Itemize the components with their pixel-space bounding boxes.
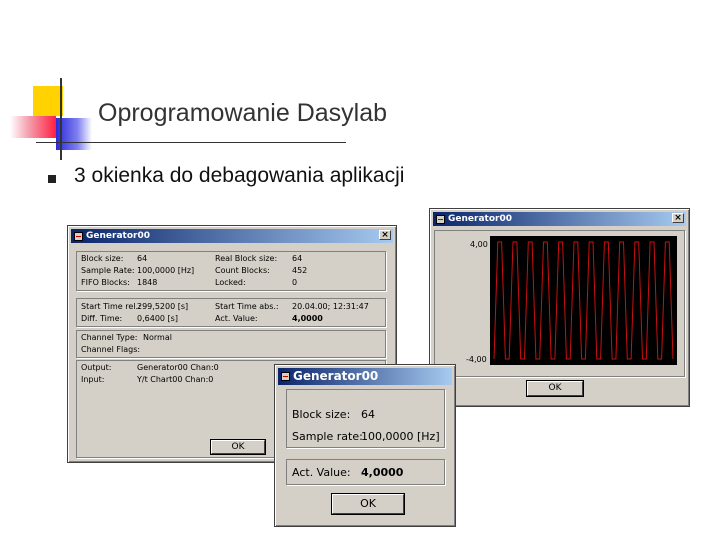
block-size-label: Block size: <box>81 254 124 263</box>
bullet-marker <box>48 175 56 183</box>
input-label: Input: <box>81 375 105 384</box>
decor-horizontal-line <box>36 142 346 143</box>
square-wave-chart <box>490 236 677 365</box>
start-time-rel-label: Start Time rel.: <box>81 302 141 311</box>
diff-time-label: Diff. Time: <box>81 314 123 323</box>
channel-flags-label: Channel Flags: <box>81 345 141 354</box>
act-value-label: Act. Value: <box>215 314 258 323</box>
diff-time-value: 0,6400 [s] <box>137 314 178 323</box>
window-title: Generator00 <box>293 369 379 383</box>
window-title: Generator00 <box>448 214 512 224</box>
sample-rate-value: 100,0000 [Hz] <box>137 266 195 275</box>
block-size-value: 64 <box>137 254 148 263</box>
channel-type-label: Channel Type: <box>81 333 138 342</box>
y-axis-max-label: 4,00 <box>470 240 488 249</box>
close-button[interactable]: × <box>672 213 684 223</box>
titlebar[interactable]: Generator00 <box>278 368 452 385</box>
ok-button[interactable]: OK <box>331 493 405 515</box>
sample-rate-value: 100,0000 [Hz] <box>361 430 440 443</box>
act-value-label: Act. Value: <box>292 466 351 479</box>
locked-value: 0 <box>292 278 298 287</box>
sample-rate-label: Sample rate: <box>292 430 363 443</box>
real-block-size-value: 64 <box>292 254 303 263</box>
block-size-value: 64 <box>361 408 375 421</box>
generator-app-icon <box>436 214 445 224</box>
close-button[interactable]: × <box>379 230 391 240</box>
bullet-text: 3 okienka do debagowania aplikacji <box>74 164 405 187</box>
ok-button[interactable]: OK <box>526 380 584 397</box>
start-time-rel-value: 299,5200 [s] <box>137 302 189 311</box>
decor-yellow-square <box>33 86 63 116</box>
generator-app-icon <box>74 231 83 241</box>
ok-button[interactable]: OK <box>210 439 266 455</box>
count-blocks-value: 452 <box>292 266 308 275</box>
block-size-label: Block size: <box>292 408 351 421</box>
generator-app-icon <box>281 372 290 381</box>
real-block-size-label: Real Block size: <box>215 254 278 263</box>
channel-type-value: Normal <box>143 333 172 342</box>
locked-label: Locked: <box>215 278 246 287</box>
count-blocks-label: Count Blocks: <box>215 266 270 275</box>
start-time-abs-label: Start Time abs.: <box>215 302 279 311</box>
titlebar[interactable]: Generator00 × <box>433 212 686 226</box>
act-value-value: 4,0000 <box>361 466 404 479</box>
sample-rate-label: Sample Rate: <box>81 266 135 275</box>
window-title: Generator00 <box>86 231 150 241</box>
titlebar[interactable]: Generator00 × <box>71 229 393 243</box>
generator-summary-window: Generator00 Block size: 64 Sample rate: … <box>274 364 456 527</box>
slide-title: Oprogramowanie Dasylab <box>98 99 388 127</box>
fifo-blocks-label: FIFO Blocks: <box>81 278 130 287</box>
fifo-blocks-value: 1848 <box>137 278 158 287</box>
start-time-abs-value: 20.04.00; 12:31:47 <box>292 302 369 311</box>
act-value-value: 4,0000 <box>292 314 323 323</box>
y-axis-min-label: -4,00 <box>466 355 487 364</box>
output-value: Generator00 Chan:0 <box>137 363 219 372</box>
decor-red-bar <box>10 116 56 138</box>
input-value: Y/t Chart00 Chan:0 <box>137 375 214 384</box>
decor-vertical-line <box>60 78 62 160</box>
output-label: Output: <box>81 363 112 372</box>
chart-window: Generator00 × 4,00 -4,00 OK <box>429 208 690 407</box>
chart-background <box>490 236 677 365</box>
